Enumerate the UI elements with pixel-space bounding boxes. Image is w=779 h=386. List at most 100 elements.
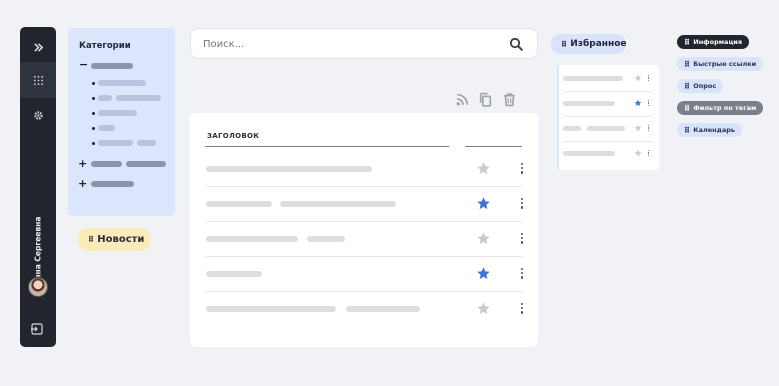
star-icon[interactable]: [476, 231, 491, 246]
calendar-widget-chip[interactable]: ⠿ Календарь: [677, 123, 743, 137]
star-icon[interactable]: [476, 161, 491, 176]
calendar-chip-label: Календарь: [693, 126, 736, 134]
row-title-placeholder: [206, 306, 336, 312]
tag-filter-chip-label: Фильтр по тегам: [693, 104, 757, 112]
subcategory-item[interactable]: [98, 80, 146, 86]
header-divider: [465, 146, 522, 147]
bullet-icon: [92, 82, 95, 85]
list-item[interactable]: [563, 141, 653, 166]
row-title-placeholder: [280, 201, 396, 207]
more-menu-icon[interactable]: [519, 161, 525, 176]
table-row[interactable]: [206, 291, 525, 326]
more-menu-icon[interactable]: [647, 99, 650, 108]
rss-icon[interactable]: [455, 92, 470, 107]
category-item[interactable]: [91, 181, 134, 187]
favorites-widget-chip[interactable]: ⠿ Избранное: [551, 34, 627, 54]
bullet-icon: [92, 127, 95, 130]
side-rail: Анна Сергеевна: [20, 27, 56, 347]
subcategory-item[interactable]: [98, 95, 112, 101]
tag-filter-widget-chip[interactable]: ⠿ Фильтр по тегам: [677, 101, 764, 115]
bullet-icon: [92, 97, 95, 100]
row-title-placeholder: [346, 306, 420, 312]
drag-handle-icon[interactable]: ⠿: [684, 104, 690, 113]
more-menu-icon[interactable]: [647, 74, 650, 83]
drag-handle-icon[interactable]: ⠿: [684, 38, 690, 47]
more-menu-icon[interactable]: [519, 231, 525, 246]
info-widget-chip[interactable]: ⠿ Информация: [677, 35, 749, 49]
bullet-icon: [92, 112, 95, 115]
poll-chip-label: Опрос: [693, 82, 717, 90]
table-row[interactable]: [206, 186, 525, 221]
expand-plus-icon[interactable]: +: [78, 178, 87, 189]
subcategory-item-part: [116, 95, 161, 101]
header-divider: [205, 146, 449, 147]
search-input[interactable]: [203, 36, 493, 52]
more-menu-icon[interactable]: [647, 149, 650, 158]
more-menu-icon[interactable]: [519, 196, 525, 211]
star-icon[interactable]: [634, 74, 642, 82]
column-header-title[interactable]: ЗАГОЛОВОК: [207, 132, 259, 140]
item-placeholder: [587, 126, 625, 131]
row-title-placeholder: [206, 236, 298, 242]
table-row[interactable]: [206, 256, 525, 291]
subcategory-item[interactable]: [98, 125, 115, 131]
star-icon[interactable]: [634, 99, 642, 107]
news-table-card: ЗАГОЛОВОК: [190, 113, 538, 347]
poll-widget-chip[interactable]: ⠿ Опрос: [677, 79, 724, 93]
gear-icon[interactable]: [20, 97, 56, 133]
categories-panel: Категории − + +: [68, 28, 175, 216]
search-bar: [190, 28, 538, 59]
category-item[interactable]: [91, 63, 133, 69]
item-placeholder: [563, 151, 615, 156]
drag-handle-icon[interactable]: ⠿: [561, 40, 567, 49]
quick-links-chip-label: Быстрые ссылки: [693, 60, 757, 68]
drag-handle-icon[interactable]: ⠿: [88, 235, 94, 244]
user-name: Анна Сергеевна: [33, 216, 43, 286]
item-placeholder: [563, 101, 615, 106]
info-chip-label: Информация: [693, 38, 742, 46]
category-item-part: [126, 161, 166, 167]
collapse-icon[interactable]: −: [79, 59, 88, 70]
logout-icon[interactable]: [30, 321, 46, 337]
star-icon[interactable]: [634, 149, 642, 157]
list-item[interactable]: [563, 91, 653, 116]
copy-icon[interactable]: [478, 92, 493, 107]
star-icon[interactable]: [476, 301, 491, 316]
star-icon[interactable]: [476, 196, 491, 211]
drag-handle-icon[interactable]: ⠿: [684, 60, 690, 69]
apps-grid-icon[interactable]: [20, 62, 56, 98]
more-menu-icon[interactable]: [519, 266, 525, 281]
expand-plus-icon[interactable]: +: [78, 158, 87, 169]
bullet-icon: [92, 142, 95, 145]
expand-icon[interactable]: [20, 29, 56, 65]
row-title-placeholder: [206, 166, 372, 172]
categories-title: Категории: [79, 41, 131, 51]
subcategory-item-part: [137, 140, 156, 146]
subcategory-item[interactable]: [98, 110, 137, 116]
star-icon[interactable]: [476, 266, 491, 281]
subcategory-item[interactable]: [98, 140, 133, 146]
drag-handle-icon[interactable]: ⠿: [684, 82, 690, 91]
table-row[interactable]: [206, 151, 525, 186]
row-title-placeholder: [206, 201, 272, 207]
row-title-placeholder: [307, 236, 345, 242]
list-item[interactable]: [563, 116, 653, 141]
item-placeholder: [563, 76, 623, 81]
category-item[interactable]: [91, 161, 122, 167]
avatar[interactable]: [28, 277, 48, 297]
item-placeholder: [563, 126, 581, 131]
trash-icon[interactable]: [502, 92, 517, 107]
star-icon[interactable]: [634, 124, 642, 132]
favorites-chip-label: Избранное: [570, 39, 627, 49]
search-icon[interactable]: [509, 37, 523, 51]
row-title-placeholder: [206, 271, 262, 277]
news-widget-chip[interactable]: ⠿ Новости: [78, 228, 151, 251]
drag-handle-icon[interactable]: ⠿: [684, 126, 690, 135]
table-row[interactable]: [206, 221, 525, 256]
more-menu-icon[interactable]: [519, 301, 525, 316]
news-chip-label: Новости: [97, 234, 145, 245]
quick-links-widget-chip[interactable]: ⠿ Быстрые ссылки: [677, 57, 764, 71]
list-item[interactable]: [563, 66, 653, 91]
favorites-widget-preview: [557, 65, 659, 170]
more-menu-icon[interactable]: [647, 124, 650, 133]
